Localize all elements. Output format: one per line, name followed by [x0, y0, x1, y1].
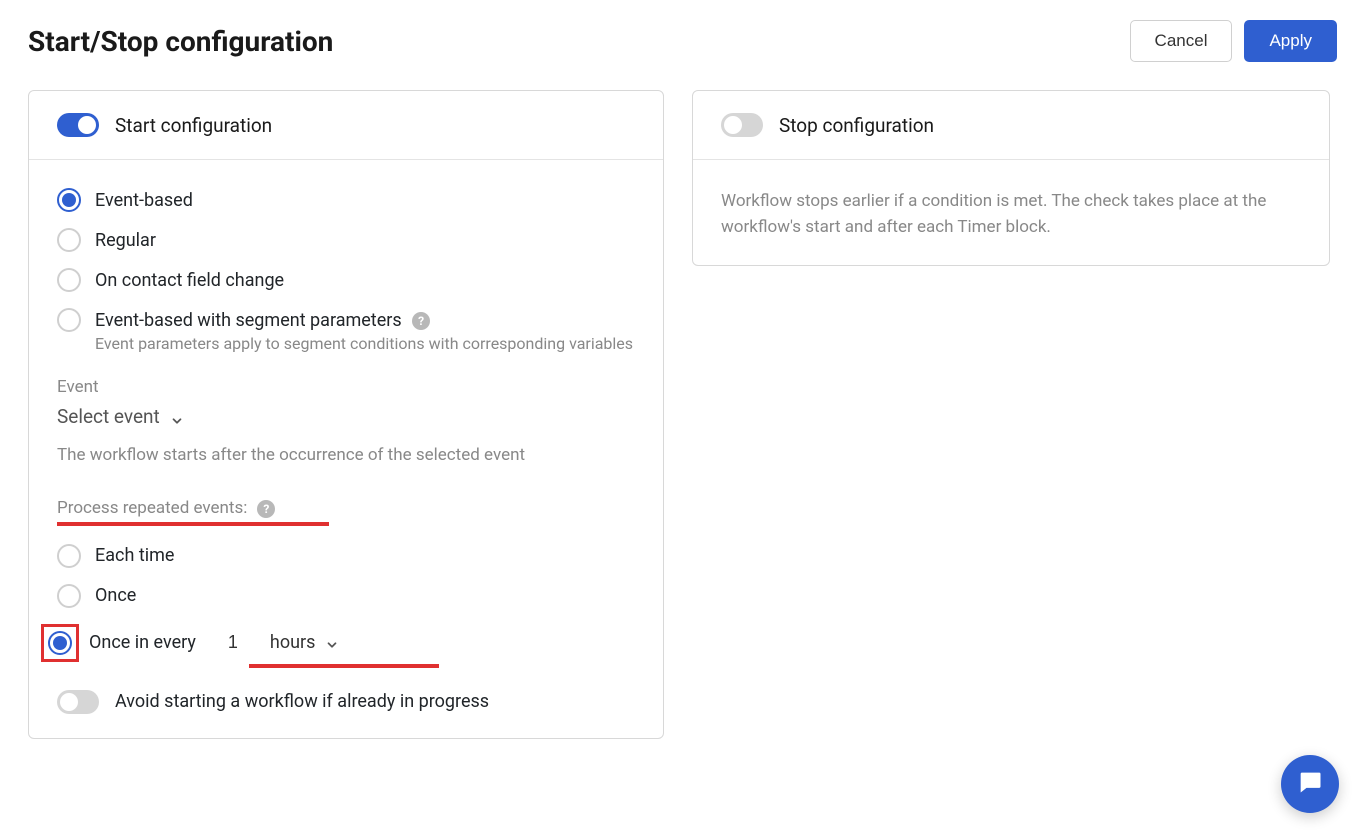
- start-panel-body: Event-based Regular On contact field cha…: [29, 160, 663, 738]
- radio-label: Event-based with segment parameters ?: [95, 310, 430, 331]
- radio-once-every[interactable]: [48, 631, 72, 655]
- event-field-label: Event: [57, 377, 635, 397]
- radio-event-seg-help: Event parameters apply to segment condit…: [95, 332, 635, 355]
- start-panel: Start configuration Event-based Regular …: [28, 90, 664, 739]
- event-select[interactable]: Select event: [57, 405, 184, 428]
- chevron-down-icon: [325, 636, 339, 650]
- header: Start/Stop configuration Cancel Apply: [28, 20, 1337, 62]
- start-panel-header: Start configuration: [29, 91, 663, 160]
- radio-label: On contact field change: [95, 270, 284, 291]
- start-toggle[interactable]: [57, 113, 99, 137]
- repeat-number-input[interactable]: [206, 632, 260, 654]
- stop-title: Stop configuration: [779, 114, 934, 137]
- columns: Start configuration Event-based Regular …: [28, 90, 1337, 739]
- stop-hint: Workflow stops earlier if a condition is…: [721, 188, 1301, 241]
- radio-once-every-row: Once in every hours: [41, 624, 635, 662]
- chat-icon: [1296, 768, 1324, 800]
- stop-panel: Stop configuration Workflow stops earlie…: [692, 90, 1330, 266]
- annotation-underline: [249, 664, 439, 668]
- page-title: Start/Stop configuration: [28, 25, 333, 58]
- help-icon[interactable]: ?: [412, 312, 430, 330]
- stop-panel-body: Workflow stops earlier if a condition is…: [693, 160, 1329, 265]
- radio-once[interactable]: Once: [57, 584, 635, 608]
- chevron-down-icon: [170, 410, 184, 424]
- radio-icon: [57, 308, 81, 332]
- repeat-unit-value: hours: [270, 632, 316, 653]
- button-row: Cancel Apply: [1130, 20, 1337, 62]
- radio-label: Regular: [95, 230, 156, 251]
- radio-icon: [57, 188, 81, 212]
- cancel-button[interactable]: Cancel: [1130, 20, 1233, 62]
- radio-label: Once in every: [89, 632, 196, 653]
- chat-button[interactable]: [1281, 755, 1339, 813]
- stop-panel-header: Stop configuration: [693, 91, 1329, 160]
- annotation-red-box: [41, 624, 79, 662]
- avoid-row: Avoid starting a workflow if already in …: [57, 690, 635, 714]
- radio-icon: [57, 228, 81, 252]
- event-select-value: Select event: [57, 405, 160, 428]
- apply-button[interactable]: Apply: [1244, 20, 1337, 62]
- stop-toggle[interactable]: [721, 113, 763, 137]
- radio-on-change[interactable]: On contact field change: [57, 268, 635, 292]
- repeat-unit-select[interactable]: hours: [270, 632, 340, 653]
- avoid-label: Avoid starting a workflow if already in …: [115, 691, 489, 712]
- radio-label: Event-based: [95, 190, 193, 211]
- help-icon[interactable]: ?: [257, 500, 275, 518]
- radio-label: Once: [95, 585, 136, 606]
- radio-event-based[interactable]: Event-based: [57, 188, 635, 212]
- radio-icon: [57, 268, 81, 292]
- radio-icon: [57, 544, 81, 568]
- radio-regular[interactable]: Regular: [57, 228, 635, 252]
- avoid-toggle[interactable]: [57, 690, 99, 714]
- radio-each-time[interactable]: Each time: [57, 544, 635, 568]
- start-title: Start configuration: [115, 114, 272, 137]
- event-hint: The workflow starts after the occurrence…: [57, 444, 635, 468]
- radio-icon: [48, 631, 72, 655]
- annotation-underline: [57, 522, 329, 526]
- radio-icon: [57, 584, 81, 608]
- repeat-label: Process repeated events:: [57, 498, 247, 518]
- radio-event-seg[interactable]: Event-based with segment parameters ?: [57, 308, 635, 332]
- radio-label: Each time: [95, 545, 174, 566]
